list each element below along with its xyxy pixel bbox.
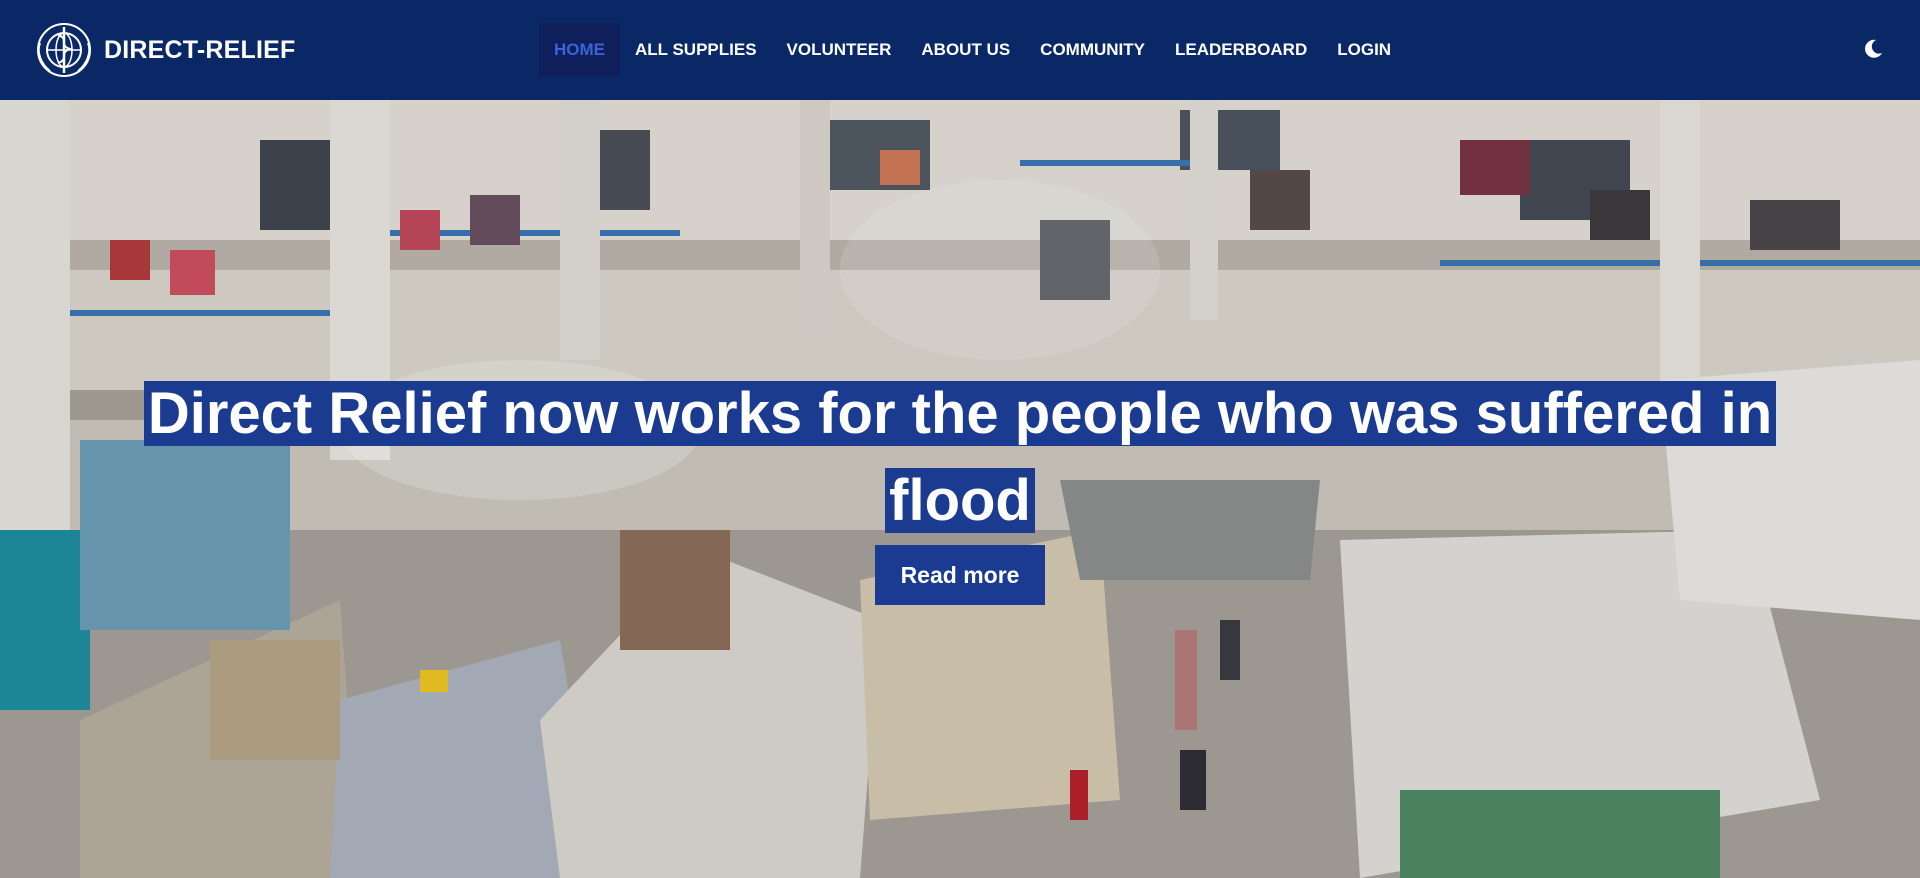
nav-item-leaderboard[interactable]: LEADERBOARD [1160, 23, 1322, 77]
nav-item-home[interactable]: HOME [539, 23, 620, 77]
brand-name: DIRECT-RELIEF [104, 35, 296, 64]
nav-item-login[interactable]: LOGIN [1322, 23, 1406, 77]
hero-headline-text: Direct Relief now works for the people w… [143, 381, 1777, 533]
world-health-emblem-icon [37, 23, 91, 77]
nav-item-volunteer[interactable]: VOLUNTEER [772, 23, 907, 77]
moon-icon[interactable] [1862, 38, 1884, 60]
hero-banner: Direct Relief now works for the people w… [0, 100, 1920, 878]
nav-item-all-supplies[interactable]: ALL SUPPLIES [620, 23, 772, 77]
top-navbar: DIRECT-RELIEF HOME ALL SUPPLIES VOLUNTEE… [0, 0, 1920, 100]
brand[interactable]: DIRECT-RELIEF [34, 21, 296, 79]
read-more-button[interactable]: Read more [875, 545, 1045, 605]
nav-item-about-us[interactable]: ABOUT US [906, 23, 1025, 77]
nav-item-community[interactable]: COMMUNITY [1025, 23, 1160, 77]
main-navigation: HOME ALL SUPPLIES VOLUNTEER ABOUT US COM… [539, 23, 1406, 77]
hero-headline: Direct Relief now works for the people w… [80, 370, 1840, 544]
